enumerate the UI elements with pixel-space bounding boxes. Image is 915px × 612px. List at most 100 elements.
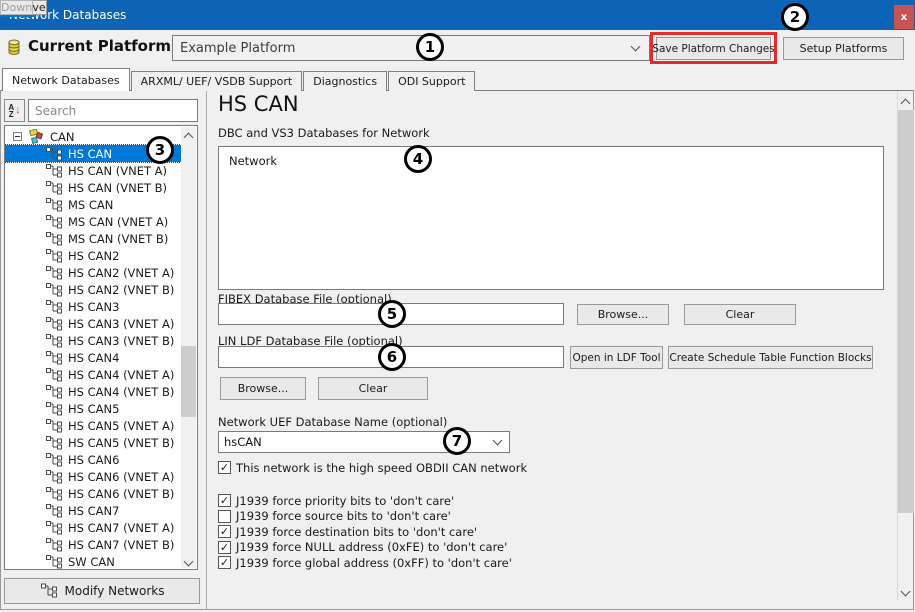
- lin-file-input[interactable]: [218, 346, 564, 368]
- tree-item-label: HS CAN6: [68, 453, 119, 467]
- network-node-icon: [45, 231, 64, 246]
- checkbox-icon[interactable]: ✓: [218, 541, 231, 554]
- uef-name-select[interactable]: hsCAN: [218, 431, 510, 453]
- database-list[interactable]: Network: [218, 146, 884, 290]
- tree-item-label: HS CAN5 (VNET A): [68, 419, 174, 433]
- j1939-checkbox-row[interactable]: ✓ J1939 force source bits to 'don't care…: [218, 509, 512, 525]
- tree-item-label: HS CAN7 (VNET A): [68, 521, 174, 535]
- checkbox-icon[interactable]: ✓: [218, 510, 231, 523]
- checkbox-icon[interactable]: ✓: [218, 494, 231, 507]
- tree-item-network[interactable]: HS CAN3 (VNET A): [5, 315, 181, 332]
- network-node-icon: [45, 214, 64, 229]
- network-node-icon: [45, 367, 64, 382]
- open-ldf-tool-button[interactable]: Open in LDF Tool: [570, 346, 663, 369]
- checkbox-icon[interactable]: ✓: [218, 556, 231, 569]
- save-platform-changes-button[interactable]: Save Platform Changes: [656, 37, 771, 60]
- checkbox-icon[interactable]: ✓: [218, 525, 231, 538]
- network-node-icon: [45, 282, 64, 297]
- tree-item-label: HS CAN4 (VNET B): [68, 385, 174, 399]
- chevron-down-icon: [493, 436, 503, 446]
- modify-networks-button[interactable]: Modify Networks: [4, 578, 200, 604]
- tree-item-network[interactable]: HS CAN7: [5, 502, 181, 519]
- main-scrollbar[interactable]: [897, 91, 913, 600]
- tree-item-network[interactable]: HS CAN4: [5, 349, 181, 366]
- tree-item-network[interactable]: MS CAN (VNET A): [5, 213, 181, 230]
- tree-item-network[interactable]: MS CAN (VNET B): [5, 230, 181, 247]
- tree-item-network[interactable]: HS CAN7 (VNET B): [5, 536, 181, 553]
- tree-item-network[interactable]: HS CAN6: [5, 451, 181, 468]
- tree-item-label: HS CAN: [68, 147, 112, 161]
- tab[interactable]: Network Databases: [2, 68, 130, 91]
- network-databases-window: Network Databases x Current Platform Exa…: [0, 0, 915, 612]
- tab[interactable]: Diagnostics: [303, 71, 387, 91]
- tree-item-label: MS CAN: [68, 198, 113, 212]
- tree-root-can[interactable]: CAN: [5, 128, 181, 145]
- create-schedule-table-button[interactable]: Create Schedule Table Function Blocks: [668, 346, 873, 369]
- network-node-icon: [45, 384, 64, 399]
- tree-item-label: HS CAN3 (VNET B): [68, 334, 174, 348]
- checkbox-label: J1939 force destination bits to 'don't c…: [236, 525, 477, 539]
- tree-item-network[interactable]: HS CAN5: [5, 400, 181, 417]
- collapse-icon[interactable]: [13, 132, 22, 141]
- tab-bar: Network Databases ARXML/ UEF/ VSDB Suppo…: [2, 68, 476, 91]
- network-node-icon: [45, 180, 64, 195]
- tree-item-network[interactable]: HS CAN: [5, 145, 181, 162]
- checkbox-icon[interactable]: ✓: [218, 461, 231, 474]
- tree-item-network[interactable]: HS CAN2 (VNET A): [5, 264, 181, 281]
- tree-item-network[interactable]: HS CAN5 (VNET A): [5, 417, 181, 434]
- tab[interactable]: ARXML/ UEF/ VSDB Support: [131, 71, 303, 91]
- dbc-list-button[interactable]: Down: [0, 0, 33, 15]
- tree-item-network[interactable]: HS CAN6 (VNET B): [5, 485, 181, 502]
- network-node-icon: [45, 554, 64, 569]
- current-platform-label: Current Platform: [28, 37, 171, 55]
- j1939-checkbox-row[interactable]: ✓ J1939 force global address (0xFF) to '…: [218, 555, 512, 571]
- tree-item-network[interactable]: HS CAN4 (VNET A): [5, 366, 181, 383]
- fibex-browse-button[interactable]: Browse...: [577, 304, 669, 325]
- scroll-up-icon[interactable]: [184, 133, 194, 143]
- network-node-icon: [45, 418, 64, 433]
- tree-item-network[interactable]: HS CAN (VNET A): [5, 162, 181, 179]
- tree-item-network[interactable]: HS CAN2 (VNET B): [5, 281, 181, 298]
- network-node-icon: [45, 435, 64, 450]
- sort-az-button[interactable]: AZ ↓: [4, 99, 25, 122]
- j1939-checkbox-row[interactable]: ✓ J1939 force NULL address (0xFE) to 'do…: [218, 540, 512, 556]
- tab[interactable]: ODI Support: [388, 71, 475, 91]
- chevron-down-icon: [631, 42, 641, 52]
- tree-scrollbar[interactable]: [181, 127, 196, 568]
- tree-item-label: HS CAN7: [68, 504, 119, 518]
- obdii-checkbox-row[interactable]: ✓ This network is the high speed OBDII C…: [218, 460, 527, 476]
- j1939-checkbox-row[interactable]: ✓ J1939 force destination bits to 'don't…: [218, 524, 512, 540]
- dbc-section-label: DBC and VS3 Databases for Network: [218, 126, 430, 140]
- tree-item-network[interactable]: SW CAN: [5, 553, 181, 570]
- fibex-file-input[interactable]: [218, 303, 564, 325]
- tree-item-network[interactable]: HS CAN (VNET B): [5, 179, 181, 196]
- tree-item-network[interactable]: HS CAN6 (VNET A): [5, 468, 181, 485]
- tree-item-network[interactable]: HS CAN2: [5, 247, 181, 264]
- tree-item-network[interactable]: HS CAN4 (VNET B): [5, 383, 181, 400]
- tree-item-label: HS CAN4: [68, 351, 119, 365]
- tab-label: Diagnostics: [313, 75, 377, 88]
- tree-item-label: HS CAN6 (VNET A): [68, 470, 174, 484]
- platform-select[interactable]: Example Platform: [172, 35, 650, 61]
- setup-platforms-button[interactable]: Setup Platforms: [783, 37, 904, 60]
- tree-item-network[interactable]: HS CAN3 (VNET B): [5, 332, 181, 349]
- lin-clear-button[interactable]: Clear: [318, 377, 428, 400]
- main-scrollbar-thumb[interactable]: [898, 110, 914, 513]
- scroll-up-icon[interactable]: [901, 99, 911, 109]
- tree-scrollbar-thumb[interactable]: [181, 346, 196, 417]
- scroll-down-icon[interactable]: [901, 587, 911, 597]
- close-button[interactable]: x: [894, 5, 914, 29]
- tree-item-label: HS CAN6 (VNET B): [68, 487, 174, 501]
- scroll-down-icon[interactable]: [184, 557, 194, 567]
- tree-item-label: HS CAN2: [68, 249, 119, 263]
- search-input[interactable]: [28, 99, 198, 122]
- tree-item-network[interactable]: MS CAN: [5, 196, 181, 213]
- checkbox-label: J1939 force NULL address (0xFE) to 'don'…: [236, 540, 507, 554]
- j1939-checkbox-row[interactable]: ✓ J1939 force priority bits to 'don't ca…: [218, 493, 512, 509]
- platform-select-value: Example Platform: [180, 41, 295, 56]
- lin-browse-button[interactable]: Browse...: [220, 377, 306, 400]
- tree-item-network[interactable]: HS CAN5 (VNET B): [5, 434, 181, 451]
- tree-item-network[interactable]: HS CAN3: [5, 298, 181, 315]
- fibex-clear-button[interactable]: Clear: [684, 304, 796, 325]
- tree-item-network[interactable]: HS CAN7 (VNET A): [5, 519, 181, 536]
